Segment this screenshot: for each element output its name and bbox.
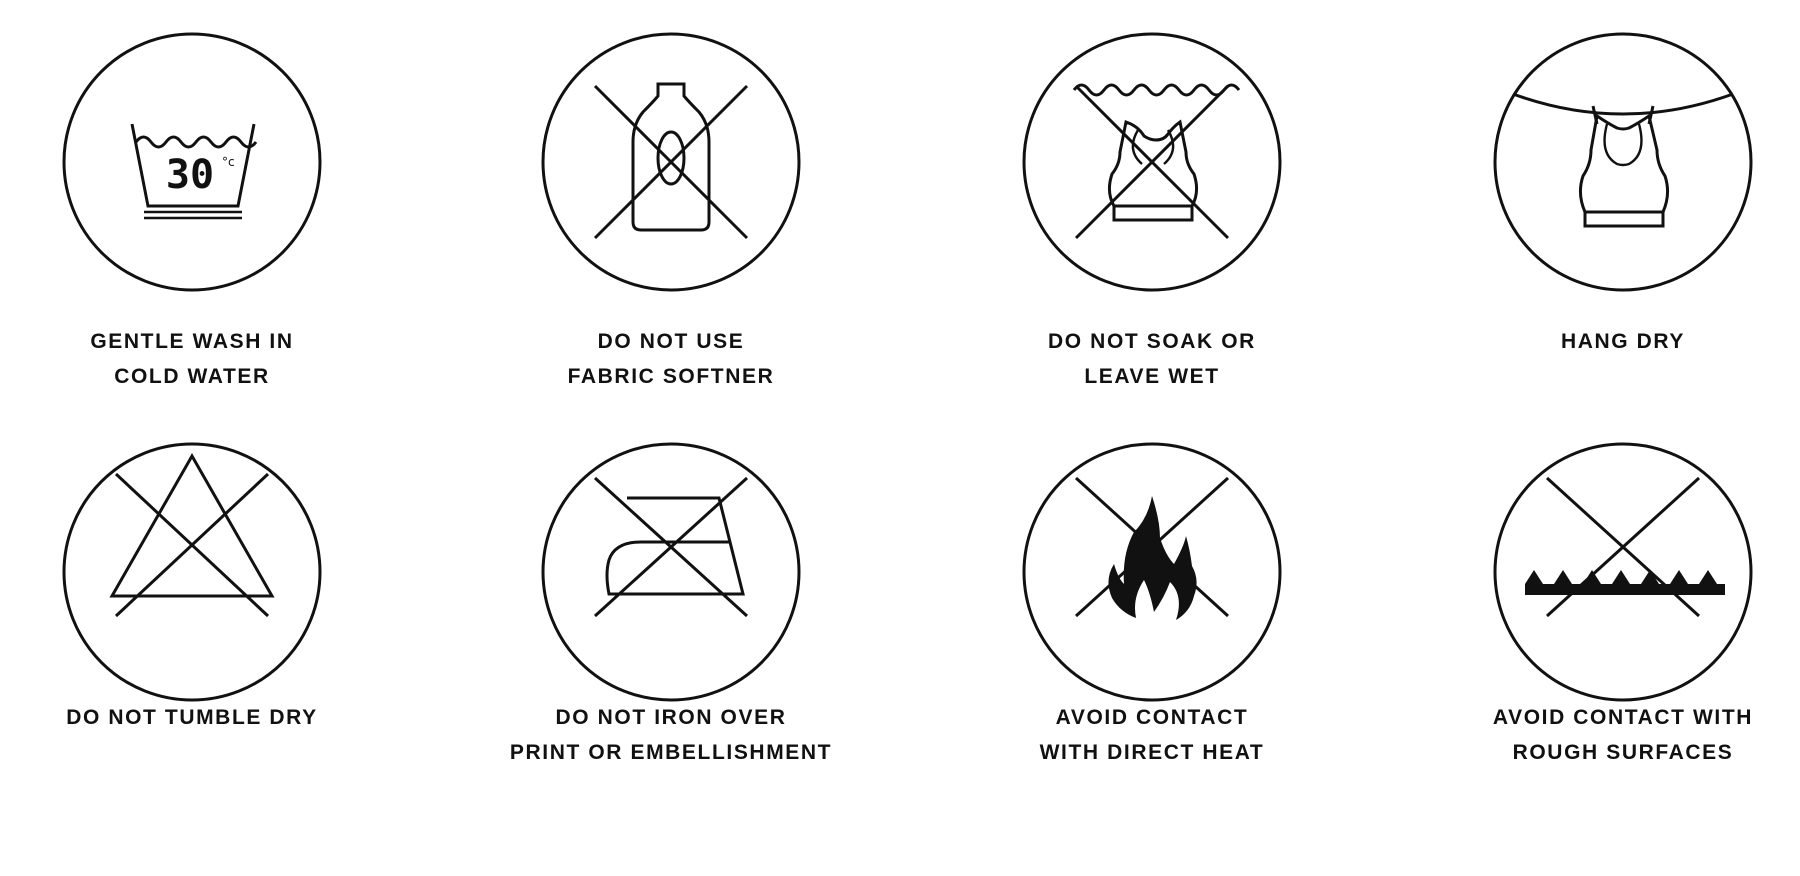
care-label-line: HANG DRY (1560, 330, 1686, 353)
no-fabric-softener-icon (541, 32, 801, 292)
care-label: DO NOT SOAK OR LEAVE WET (942, 324, 1362, 394)
care-item-gentle-wash: 30 °c GENTLE WASH IN COLD WATER (0, 24, 402, 424)
care-item-hang-dry: HANG DRY (1413, 24, 1800, 424)
care-label-line: DO NOT IRON OVER (555, 706, 787, 729)
wash-temperature-unit: °c (222, 155, 235, 169)
care-item-no-tumble-dry: DO NOT TUMBLE DRY (0, 434, 402, 834)
care-label-line: DO NOT USE (597, 330, 745, 353)
care-label-line: DO NOT TUMBLE DRY (66, 706, 318, 729)
care-label: DO NOT IRON OVER PRINT OR EMBELLISHMENT (461, 700, 881, 770)
hang-dry-icon (1493, 32, 1753, 292)
no-soak-icon (1022, 32, 1282, 292)
no-tumble-dry-icon (62, 442, 322, 702)
care-item-no-iron: DO NOT IRON OVER PRINT OR EMBELLISHMENT (461, 434, 881, 834)
care-item-no-rough-surfaces: AVOID CONTACT WITH ROUGH SURFACES (1413, 434, 1800, 834)
care-label: DO NOT TUMBLE DRY (0, 700, 402, 735)
no-iron-icon (541, 442, 801, 702)
care-label-line: GENTLE WASH IN (90, 330, 294, 353)
no-direct-heat-icon (1022, 442, 1282, 702)
care-label: AVOID CONTACT WITH DIRECT HEAT (942, 700, 1362, 770)
care-item-no-soak: DO NOT SOAK OR LEAVE WET (942, 24, 1362, 424)
care-label: AVOID CONTACT WITH ROUGH SURFACES (1413, 700, 1800, 770)
care-instructions-grid: 30 °c GENTLE WASH IN COLD WATER DO NOT U… (0, 0, 1800, 876)
wash-temperature-value: 30 (166, 152, 214, 198)
care-label: HANG DRY (1413, 324, 1800, 359)
care-item-no-fabric-softener: DO NOT USE FABRIC SOFTNER (461, 24, 881, 424)
care-label-line: PRINT OR EMBELLISHMENT (509, 741, 833, 764)
no-rough-surfaces-icon (1493, 442, 1753, 702)
care-label-line: COLD WATER (114, 365, 270, 388)
care-label-line: DO NOT SOAK OR (1048, 330, 1256, 353)
wash-30-icon: 30 °c (62, 32, 322, 292)
care-label-line: WITH DIRECT HEAT (1039, 741, 1265, 764)
care-label: GENTLE WASH IN COLD WATER (0, 324, 402, 394)
care-label-line: AVOID CONTACT WITH (1492, 706, 1754, 729)
care-label-line: ROUGH SURFACES (1512, 741, 1734, 764)
care-item-no-direct-heat: AVOID CONTACT WITH DIRECT HEAT (942, 434, 1362, 834)
care-label: DO NOT USE FABRIC SOFTNER (461, 324, 881, 394)
care-label-line: LEAVE WET (1084, 365, 1220, 388)
care-label-line: AVOID CONTACT (1055, 706, 1249, 729)
care-label-line: FABRIC SOFTNER (567, 365, 775, 388)
